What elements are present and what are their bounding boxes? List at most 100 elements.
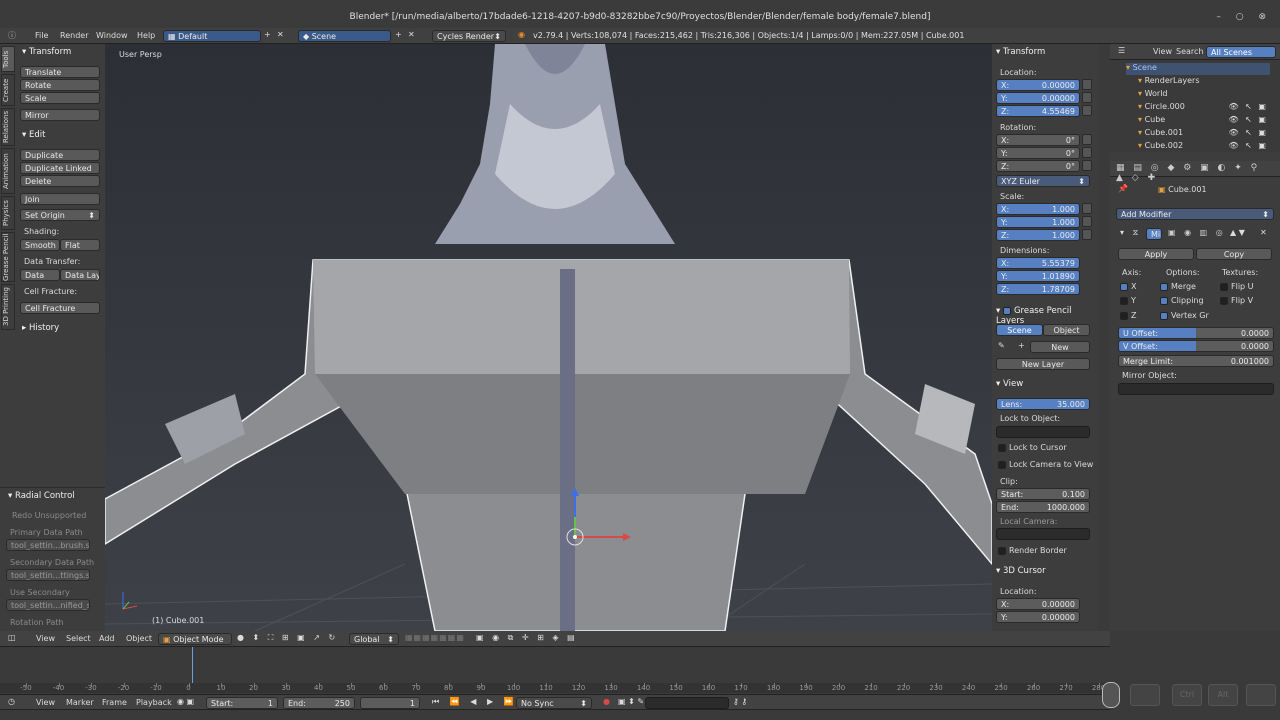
gp-new-layer-button[interactable]: New Layer	[996, 358, 1090, 370]
dim-field[interactable]: X: 5.55379	[996, 257, 1080, 269]
grease-pencil-checkbox[interactable]	[1002, 306, 1011, 315]
add-modifier-select[interactable]: Add Modifier ⬍	[1116, 208, 1274, 220]
loc-field[interactable]: Y: 0.00000	[996, 92, 1080, 104]
vertex-groups-checkbox[interactable]: Vertex Gr	[1160, 311, 1209, 320]
data-layout-button[interactable]: Data Layo	[60, 269, 100, 281]
remove-modifier-icon[interactable]: ✕	[1260, 228, 1267, 237]
lock-object-field[interactable]	[996, 426, 1090, 438]
cur-field[interactable]: X: 0.00000	[996, 598, 1080, 610]
mirror-button[interactable]: Mirror	[20, 109, 100, 121]
u-offset-field[interactable]: U Offset: 0.0000	[1118, 327, 1274, 339]
add-scene-icon[interactable]: +	[395, 30, 402, 39]
lens-field[interactable]: Lens: 35.000	[996, 398, 1090, 410]
visibility-icons[interactable]: 👁 ↖ ▣	[1228, 141, 1268, 150]
menu-render[interactable]: Render	[60, 31, 88, 40]
rotate-button[interactable]: Rotate	[20, 79, 100, 91]
axis-z-checkbox[interactable]: Z	[1120, 311, 1136, 320]
lock-icon[interactable]	[1082, 216, 1092, 227]
join-button[interactable]: Join	[20, 193, 100, 205]
cell-fracture-button[interactable]: Cell Fracture	[20, 302, 100, 314]
delete-button[interactable]: Delete	[20, 175, 100, 187]
end-frame-field[interactable]: End: 250	[283, 697, 355, 709]
apply-button[interactable]: Apply	[1118, 248, 1194, 260]
merge-limit-field[interactable]: Merge Limit: 0.001000	[1118, 355, 1274, 367]
rot-field[interactable]: Z: 0°	[996, 160, 1080, 172]
scl-field[interactable]: Y: 1.000	[996, 216, 1080, 228]
sync-mode-select[interactable]: No Sync ⬍	[516, 697, 592, 709]
duplicate-linked-button[interactable]: Duplicate Linked	[20, 162, 100, 174]
menu-select[interactable]: Select	[66, 634, 91, 643]
3d-cursor-header[interactable]: ▾ 3D Cursor	[996, 566, 1046, 576]
duplicate-button[interactable]: Duplicate	[20, 149, 100, 161]
axis-x-checkbox[interactable]: X	[1120, 282, 1136, 291]
lock-icon[interactable]	[1082, 105, 1092, 116]
layout-select[interactable]: ▦ Default	[163, 30, 261, 42]
modifier-name-field[interactable]: Mir	[1146, 228, 1162, 240]
menu-help[interactable]: Help	[137, 31, 155, 40]
shading-icons[interactable]: ● ⬍ ⛶ ⊞ ▣ ↗ ↻	[237, 633, 338, 643]
scene-select[interactable]: ◆ Scene	[298, 30, 391, 42]
lock-icon[interactable]	[1082, 79, 1092, 90]
gp-new-button[interactable]: New	[1030, 341, 1090, 353]
tool-tab[interactable]: Create	[1, 74, 15, 106]
translate-button[interactable]: Translate	[20, 66, 100, 78]
scale-button[interactable]: Scale	[20, 92, 100, 104]
merge-checkbox[interactable]: Merge	[1160, 282, 1196, 291]
panel-transform-header[interactable]: ▾ Transform	[22, 47, 71, 57]
copy-button[interactable]: Copy	[1196, 248, 1272, 260]
keying-set-field[interactable]	[645, 697, 729, 709]
scl-field[interactable]: Z: 1.000	[996, 229, 1080, 241]
data-button[interactable]: Data	[20, 269, 60, 281]
mirror-object-field[interactable]	[1118, 383, 1274, 395]
render-border-option[interactable]: Render Border	[998, 546, 1067, 555]
axis-y-checkbox[interactable]: Y	[1120, 296, 1136, 305]
menu-object[interactable]: Object	[126, 634, 152, 643]
gp-add-icon[interactable]: +	[1018, 341, 1025, 350]
gp-scene-tab[interactable]: Scene	[996, 324, 1043, 336]
lock-to-cursor-option[interactable]: Lock to Cursor	[998, 443, 1067, 452]
move-modifier-icons[interactable]: ▲ ▼	[1230, 228, 1245, 237]
keying-icons[interactable]: ▣ ⬍ ✎	[618, 697, 644, 706]
preview-range-icons[interactable]: ◉ ▣	[177, 697, 194, 706]
loc-field[interactable]: Z: 4.55469	[996, 105, 1080, 117]
tool-tab[interactable]: 3D Printing	[1, 284, 15, 330]
timeline-editor-icon[interactable]: ◷	[8, 697, 15, 706]
visibility-icons[interactable]: 👁 ↖ ▣	[1228, 115, 1268, 124]
menu-add[interactable]: Add	[99, 634, 115, 643]
tool-tab[interactable]: Grease Pencil	[1, 232, 15, 282]
collapse-icon[interactable]: ▾	[1120, 228, 1124, 237]
dim-field[interactable]: Z: 1.78709	[996, 283, 1080, 295]
menu-window[interactable]: Window	[96, 31, 128, 40]
info-editor-icon[interactable]: ⓘ	[8, 30, 16, 41]
set-origin-select[interactable]: Set Origin ⬍	[20, 209, 100, 221]
n-transform-header[interactable]: ▾ Transform	[996, 47, 1045, 57]
tool-tab[interactable]: Tools	[1, 46, 15, 72]
v-offset-field[interactable]: V Offset: 0.0000	[1118, 340, 1274, 352]
display-mode-select[interactable]: All Scenes	[1206, 46, 1276, 58]
view-panel-header[interactable]: ▾ View	[996, 379, 1023, 389]
radial-control-header[interactable]: ▾ Radial Control	[8, 491, 75, 501]
clipping-checkbox[interactable]: Clipping	[1160, 296, 1204, 305]
3d-viewport[interactable]: User Persp (1) Cube.001	[105, 44, 992, 631]
loc-field[interactable]: X: 0.00000	[996, 79, 1080, 91]
tl-menu-playback[interactable]: Playback	[136, 698, 172, 707]
flat-button[interactable]: Flat	[60, 239, 100, 251]
keyframe-icons[interactable]: ⚷ ⚷	[733, 697, 747, 706]
tl-menu-marker[interactable]: Marker	[66, 698, 94, 707]
lock-icon[interactable]	[1082, 92, 1092, 103]
outliner-item[interactable]: ▾ RenderLayers	[1138, 76, 1270, 88]
dim-field[interactable]: Y: 1.01890	[996, 270, 1080, 282]
rot-field[interactable]: Y: 0°	[996, 147, 1080, 159]
visibility-icons[interactable]: 👁 ↖ ▣	[1228, 102, 1268, 111]
tool-tab[interactable]: Relations	[1, 108, 15, 146]
rot-field[interactable]: X: 0°	[996, 134, 1080, 146]
close-layout-icon[interactable]: ✕	[277, 30, 284, 39]
rotation-mode-select[interactable]: XYZ Euler ⬍	[996, 175, 1090, 187]
clip-start-field[interactable]: Start: 0.100	[996, 488, 1090, 500]
primary-data-path-field[interactable]: tool_settin...brush.size	[6, 539, 90, 551]
pin-icon[interactable]: 📌	[1118, 184, 1128, 193]
smooth-button[interactable]: Smooth	[20, 239, 60, 251]
tl-menu-view[interactable]: View	[36, 698, 55, 707]
mode-select[interactable]: ▣ Object Mode⬍	[158, 633, 232, 645]
orientation-select[interactable]: Global ⬍	[349, 633, 399, 645]
